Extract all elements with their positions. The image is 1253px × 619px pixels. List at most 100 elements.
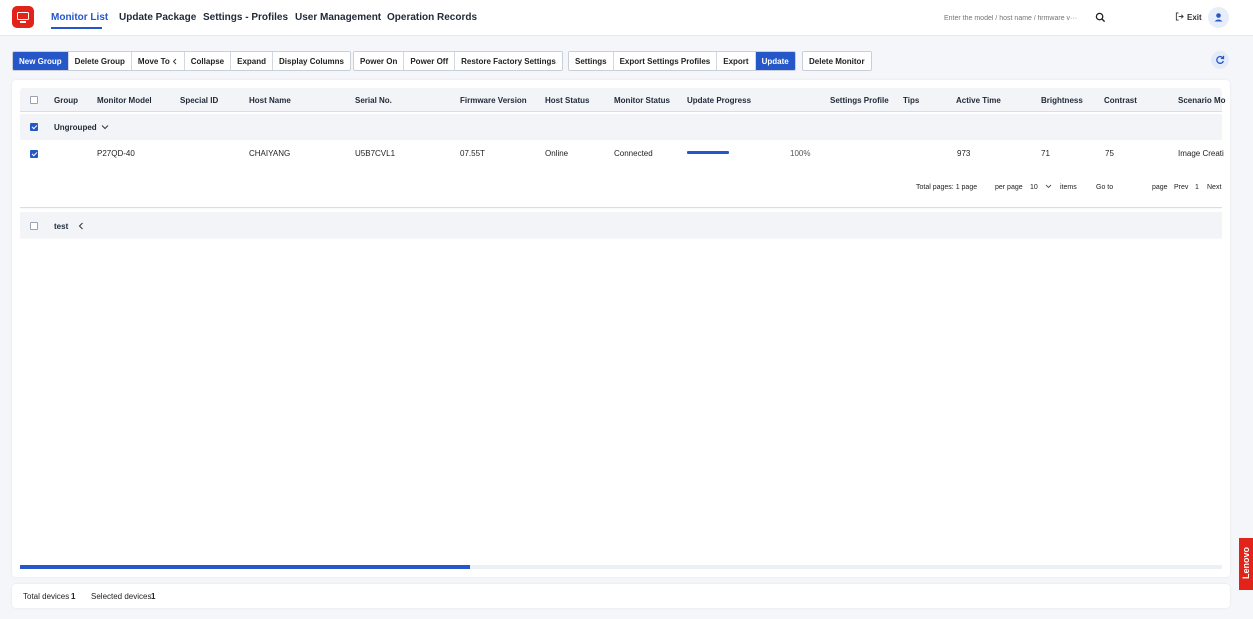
search-icon[interactable] [1095,12,1106,23]
pagination-per-page-label: per page [995,184,1023,191]
cell-host-name: CHAIYANG [249,149,291,158]
export-settings-profiles-button[interactable]: Export Settings Profiles [613,52,718,70]
lenovo-brand-label: Lenovo [1241,547,1251,580]
column-header-host-name: Host Name [249,96,291,105]
column-header-update-progress: Update Progress [687,96,752,105]
tab-monitor-list[interactable]: Monitor List [51,12,108,23]
tab-operation-records[interactable]: Operation Records [387,12,477,23]
select-all-checkbox[interactable] [30,96,38,104]
horizontal-scrollbar-thumb[interactable] [20,565,470,569]
group-row-ungrouped[interactable]: Ungrouped [20,114,1222,140]
horizontal-scrollbar[interactable] [20,565,1222,569]
pagination-total-pages: Total pages: 1 page [916,184,978,191]
group-name: test [54,222,69,231]
update-button[interactable]: Update [755,52,795,70]
cell-scenario-mode: Image Creati [1178,149,1224,158]
column-header-brightness: Brightness [1041,96,1083,105]
top-navigation: Monitor List Update Package Settings - P… [0,0,1253,36]
collapse-button[interactable]: Collapse [184,52,232,70]
power-actions: Power On Power Off Restore Factory Setti… [353,51,563,71]
monitor-table-panel: Group Monitor Model Special ID Host Name… [12,80,1230,577]
pagination-items-label: items [1060,184,1077,191]
group-actions: New Group Delete Group Move To Collapse … [12,51,351,71]
monitor-actions: Delete Monitor [802,51,872,71]
row-checkbox[interactable] [30,150,38,158]
column-header-special-id: Special ID [180,96,219,105]
goto-page-input[interactable] [1118,181,1148,193]
chevron-left-icon [172,58,177,64]
chevron-left-icon[interactable] [78,222,84,230]
cell-brightness: 71 [1041,149,1050,158]
current-page-number[interactable]: 1 [1195,184,1199,191]
exit-icon [1175,12,1184,21]
tab-settings-profiles[interactable]: Settings - Profiles [203,12,288,23]
refresh-icon [1216,55,1225,64]
lenovo-brand-badge: Lenovo [1239,538,1253,590]
update-progress-bar [687,151,729,154]
active-tab-indicator [51,27,102,29]
cell-monitor-status: Connected [614,149,653,158]
monitor-icon-screen [17,12,29,20]
per-page-select[interactable]: 10 [1030,184,1052,191]
exit-button[interactable]: Exit [1175,12,1202,22]
app-logo-monitor-icon[interactable] [12,6,34,28]
refresh-button[interactable] [1211,51,1229,69]
settings-actions: Settings Export Settings Profiles Export… [568,51,796,71]
selected-devices-count: 1 [151,592,156,601]
cell-contrast: 75 [1105,149,1114,158]
column-header-contrast: Contrast [1104,96,1137,105]
search-input[interactable] [944,11,1092,25]
cell-serial-no: U5B7CVL1 [355,149,396,158]
group-checkbox-test[interactable] [30,222,38,230]
avatar[interactable] [1208,7,1229,28]
next-page-button[interactable]: Next [1207,184,1221,191]
total-devices-label: Total devices [23,592,70,601]
power-off-button[interactable]: Power Off [404,52,456,70]
group-checkbox-ungrouped[interactable] [30,123,38,131]
total-devices-count: 1 [71,592,76,601]
move-to-label: Move To [137,56,170,66]
cell-host-status: Online [545,149,569,158]
pagination-page-label: page [1152,184,1168,191]
export-button[interactable]: Export [717,52,756,70]
update-progress-fill [687,151,729,154]
prev-page-button[interactable]: Prev [1174,184,1188,191]
column-header-settings-profile: Settings Profile [830,96,889,105]
group-name: Ungrouped [54,123,97,132]
user-icon [1214,13,1223,22]
cell-firmware-version: 07.55T [460,149,485,158]
table-header: Group Monitor Model Special ID Host Name… [20,88,1226,112]
group-row-test[interactable]: test [20,212,1222,238]
restore-factory-settings-button[interactable]: Restore Factory Settings [455,52,562,70]
pagination-goto-label: Go to [1096,184,1114,191]
column-header-firmware-version: Firmware Version [460,96,527,105]
cell-monitor-model: P27QD-40 [97,149,135,158]
chevron-down-icon[interactable] [101,124,109,130]
expand-button[interactable]: Expand [231,52,274,70]
settings-button[interactable]: Settings [569,52,614,70]
per-page-value: 10 [1030,184,1038,191]
column-header-scenario-mode: Scenario Mo [1178,96,1226,105]
column-header-host-status: Host Status [545,96,590,105]
move-to-button[interactable]: Move To [131,52,185,70]
column-header-active-time: Active Time [956,96,1001,105]
column-header-serial-no: Serial No. [355,96,392,105]
delete-group-button[interactable]: Delete Group [68,52,132,70]
tab-update-package[interactable]: Update Package [119,12,196,23]
exit-label: Exit [1187,13,1202,22]
group-test: test [20,212,1222,238]
display-columns-button[interactable]: Display Columns [273,52,350,70]
search-box [944,11,1108,25]
group-ungrouped: Ungrouped P27QD-40 CHAIYANG U5B7CVL1 07.… [20,114,1224,208]
selected-devices-label: Selected devices [91,592,152,601]
status-footer: Total devices 1 Selected devices 1 [12,584,1230,608]
column-header-monitor-model: Monitor Model [97,96,152,105]
column-header-monitor-status: Monitor Status [614,96,670,105]
new-group-button[interactable]: New Group [13,52,69,70]
power-on-button[interactable]: Power On [354,52,405,70]
tab-user-management[interactable]: User Management [295,12,381,23]
delete-monitor-button[interactable]: Delete Monitor [803,52,871,70]
cell-active-time: 973 [957,149,971,158]
column-header-group: Group [54,96,78,105]
chevron-down-icon [1045,184,1052,189]
